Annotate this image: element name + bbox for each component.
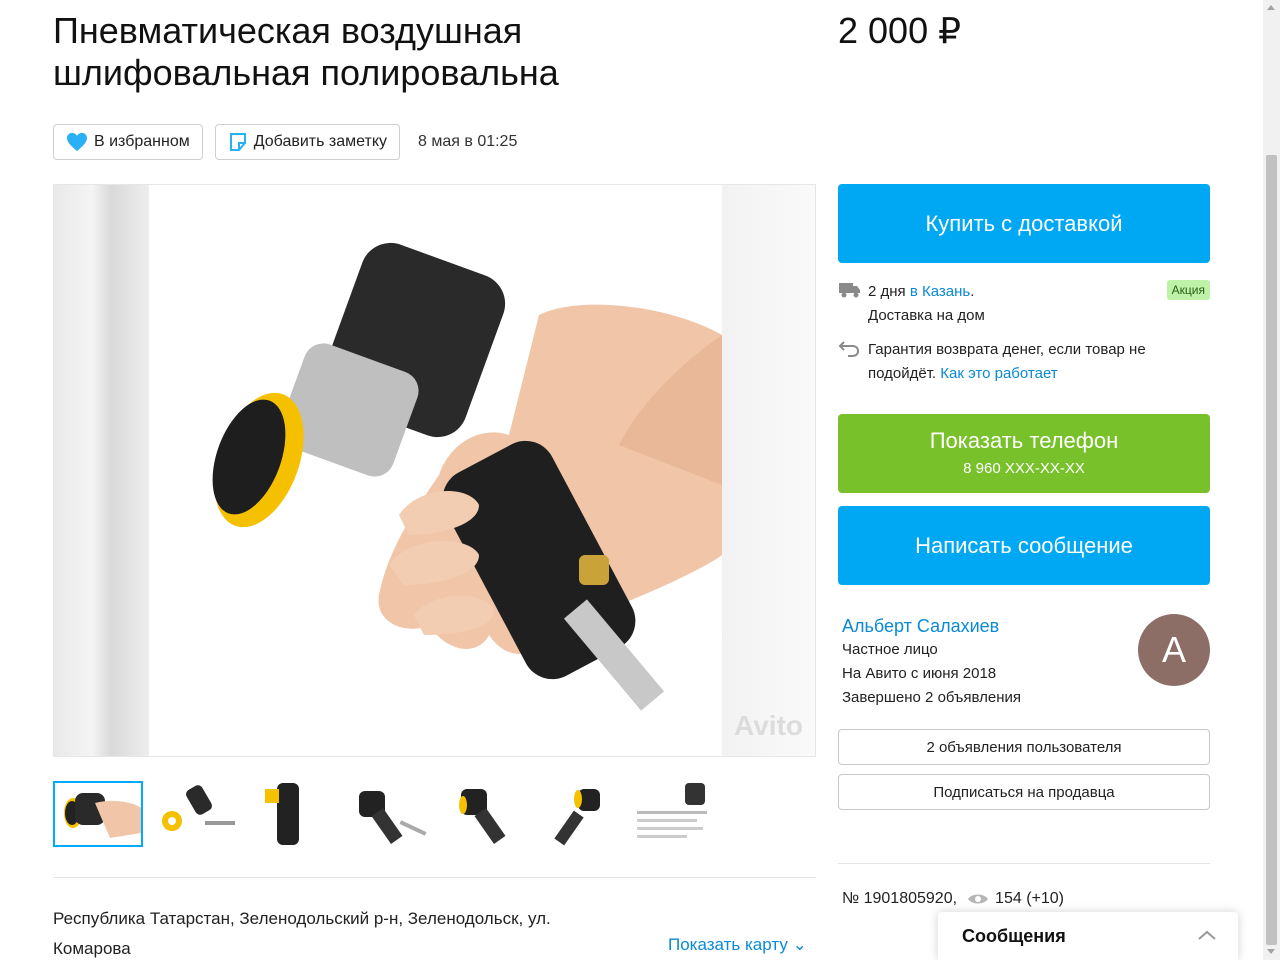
listing-date: 8 мая в 01:25 — [418, 133, 518, 150]
page-scrollbar[interactable] — [1263, 0, 1280, 960]
thumbnail[interactable] — [441, 781, 531, 847]
seller-info: Альберт Салахиев Частное лицо На Авито с… — [842, 614, 1142, 710]
listing-number: № 1901805920, — [842, 890, 958, 907]
photo-gallery[interactable]: Avito — [53, 184, 816, 757]
gallery-blur-right — [720, 185, 815, 756]
main-product-photo[interactable] — [149, 185, 722, 756]
show-map-label: Показать карту — [668, 935, 788, 954]
gallery-blur-left — [54, 185, 149, 756]
buy-with-delivery-button[interactable]: Купить с доставкой — [838, 184, 1210, 263]
heart-icon — [66, 132, 88, 152]
thumbnail-strip — [53, 781, 732, 847]
subscribe-button[interactable]: Подписаться на продавца — [838, 774, 1210, 810]
truck-icon — [838, 280, 868, 303]
return-icon — [838, 338, 868, 361]
show-phone-button[interactable]: Показать телефон 8 960 XXX-XX-XX — [838, 414, 1210, 493]
delivery-info: 2 дня в Казань. Доставка на дом Акция Га… — [838, 280, 1210, 396]
seller-completed: Завершено 2 объявления — [842, 689, 1022, 706]
delivery-row: 2 дня в Казань. Доставка на дом Акция — [838, 280, 1210, 328]
thumbnail[interactable] — [150, 781, 240, 847]
add-note-button[interactable]: Добавить заметку — [214, 124, 401, 160]
chevron-up-icon — [1198, 927, 1216, 945]
promo-badge: Акция — [1166, 280, 1210, 300]
note-icon — [228, 132, 248, 152]
scroll-down-arrow-icon[interactable] — [1267, 949, 1275, 954]
seller-ads-button[interactable]: 2 объявления пользователя — [838, 729, 1210, 765]
delivery-days: 2 дня — [868, 283, 906, 300]
write-message-button[interactable]: Написать сообщение — [838, 506, 1210, 585]
delivery-city-link[interactable]: в Казань — [910, 283, 970, 300]
how-it-works-link[interactable]: Как это работает — [940, 365, 1057, 382]
address: Республика Татарстан, Зеленодольский р-н… — [53, 909, 551, 958]
listing-price: 2 000 ₽ — [838, 10, 961, 51]
scroll-up-arrow-icon[interactable] — [1267, 5, 1275, 10]
listing-title: Пневматическая воздушная шлифовальная по… — [53, 10, 559, 93]
eye-icon — [967, 892, 989, 906]
chevron-down-icon: ⌄ — [792, 935, 807, 954]
guarantee-row: Гарантия возврата денег, если товар не п… — [838, 338, 1210, 386]
listing-stats: № 1901805920, 154 (+10) — [842, 890, 1064, 908]
messages-bar[interactable]: Сообщения — [938, 912, 1238, 960]
thumbnail[interactable] — [247, 781, 337, 847]
phone-number: 8 960 XXX-XX-XX — [963, 460, 1085, 477]
seller-type: Частное лицо — [842, 641, 938, 658]
listing-actions: В избранном Добавить заметку 8 мая в 01:… — [53, 124, 517, 160]
divider — [838, 863, 1210, 864]
thumbnail[interactable] — [538, 781, 628, 847]
scrollbar-thumb[interactable] — [1266, 155, 1277, 945]
watermark: Avito — [734, 710, 803, 741]
views-count: 154 (+10) — [995, 890, 1064, 907]
avatar[interactable]: А — [1138, 614, 1210, 686]
show-phone-label: Показать телефон — [929, 428, 1119, 453]
sander-image — [149, 185, 722, 756]
seller-since: На Авито с июня 2018 — [842, 665, 997, 682]
thumbnail[interactable] — [53, 781, 143, 847]
note-label: Добавить заметку — [253, 133, 388, 150]
delivery-dot: . — [970, 283, 975, 300]
show-map-link[interactable]: Показать карту ⌄ — [668, 935, 807, 955]
divider — [53, 877, 816, 878]
thumbnail[interactable] — [635, 781, 725, 847]
favorite-button[interactable]: В избранном — [53, 124, 203, 160]
delivery-type: Доставка на дом — [868, 307, 985, 324]
messages-label: Сообщения — [962, 925, 1066, 946]
thumbnail[interactable] — [344, 781, 434, 847]
favorite-label: В избранном — [94, 133, 190, 150]
seller-name-link[interactable]: Альберт Салахиев — [842, 614, 1142, 638]
